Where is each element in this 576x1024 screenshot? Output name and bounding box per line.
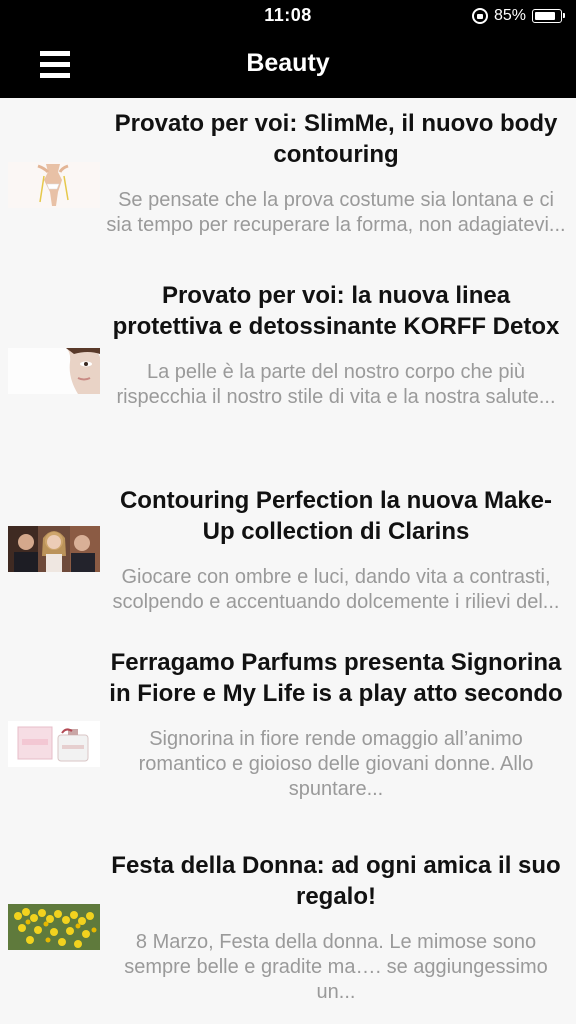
nav-bar: Beauty xyxy=(0,32,576,98)
body-silhouette-thumbnail xyxy=(8,162,100,208)
article-item[interactable]: Festa della Donna: ad ogni amica il suo … xyxy=(0,850,576,1020)
article-title[interactable]: Ferragamo Parfums presenta Signorina in … xyxy=(104,647,568,709)
article-title[interactable]: Contouring Perfection la nuova Make-Up c… xyxy=(104,485,568,547)
article-title[interactable]: Festa della Donna: ad ogni amica il suo … xyxy=(104,850,568,912)
article-excerpt: 8 Marzo, Festa della donna. Le mimose so… xyxy=(124,931,548,1003)
article-excerpt: Se pensate che la prova costume sia lont… xyxy=(106,189,566,236)
battery-icon xyxy=(532,9,565,23)
perfume-box-thumbnail xyxy=(8,721,100,767)
article-excerpt: Signorina in fiore rende omaggio all’ani… xyxy=(138,728,534,800)
article-title[interactable]: Provato per voi: la nuova linea protetti… xyxy=(104,280,568,342)
battery-percent: 85% xyxy=(493,7,526,24)
rotation-lock-icon xyxy=(471,8,488,24)
article-item[interactable]: Contouring Perfection la nuova Make-Up c… xyxy=(0,475,576,647)
article-item[interactable]: Ferragamo Parfums presenta Signorina in … xyxy=(0,647,576,850)
article-excerpt: La pelle è la parte del nostro corpo che… xyxy=(116,361,556,408)
people-portrait-thumbnail xyxy=(8,526,100,572)
article-excerpt: Giocare con ombre e luci, dando vita a c… xyxy=(112,566,560,613)
article-item[interactable]: Provato per voi: SlimMe, il nuovo body c… xyxy=(0,98,576,270)
article-list: Provato per voi: SlimMe, il nuovo body c… xyxy=(0,98,576,1020)
face-close-up-thumbnail xyxy=(8,348,100,394)
article-item[interactable]: Provato per voi: la nuova linea protetti… xyxy=(0,270,576,475)
article-title[interactable]: Provato per voi: SlimMe, il nuovo body c… xyxy=(104,108,568,170)
battery-level xyxy=(534,11,555,20)
status-indicators: 85% xyxy=(471,6,566,26)
page-title: Beauty xyxy=(246,49,330,77)
status-bar: 11:08 85% xyxy=(0,0,576,32)
mimosa-flowers-thumbnail xyxy=(8,904,100,950)
